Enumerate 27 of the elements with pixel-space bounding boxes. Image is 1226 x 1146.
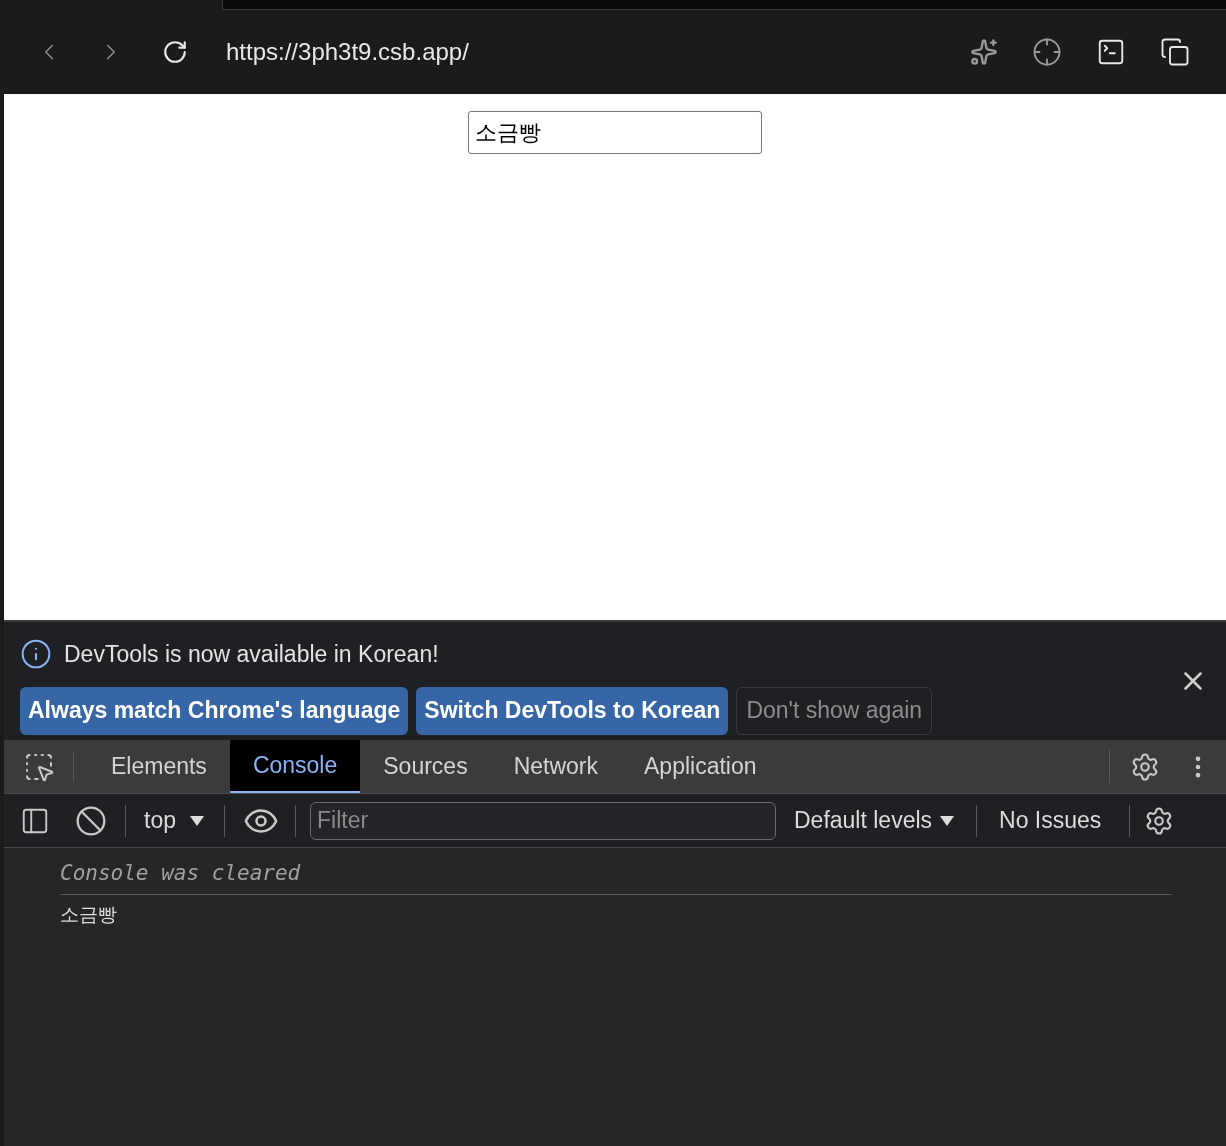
windows-icon[interactable]: [1160, 37, 1190, 67]
dropdown-caret-icon: [940, 815, 955, 826]
devtools-tab[interactable]: Elements: [88, 740, 230, 793]
infobar-button[interactable]: Switch DevTools to Korean: [416, 686, 729, 735]
sparkle-icon[interactable]: [970, 38, 998, 66]
devtools-tab[interactable]: Application: [621, 740, 780, 793]
settings-icon[interactable]: [1130, 751, 1160, 782]
issues-count[interactable]: No Issues: [999, 803, 1102, 838]
reload-icon[interactable]: [162, 39, 188, 65]
terminal-icon[interactable]: [1096, 37, 1126, 67]
console-info-message: Console was cleared: [60, 861, 301, 885]
dropdown-caret-icon: [190, 815, 204, 826]
address-bar-url[interactable]: https://3ph3t9.csb.app/: [226, 34, 469, 70]
infobar-button[interactable]: Don't show again: [736, 686, 933, 735]
console-log-message: 소금빵: [60, 903, 117, 925]
filter-field[interactable]: Filter: [310, 801, 776, 840]
devtools-tab[interactable]: Network: [490, 740, 621, 793]
devtools-tab[interactable]: Sources: [360, 740, 491, 793]
log-levels-dropdown[interactable]: Default levels: [794, 803, 955, 838]
context-dropdown[interactable]: top: [144, 803, 204, 838]
infobar-message: DevTools is now available in Korean!: [64, 640, 439, 669]
text-input[interactable]: 소금빵: [468, 111, 762, 154]
crosshair-icon[interactable]: [1032, 37, 1062, 67]
clear-console-icon[interactable]: [75, 804, 107, 837]
devtools-tab[interactable]: Console: [229, 740, 361, 793]
infobar-button[interactable]: Always match Chrome's language: [20, 686, 409, 735]
info-icon: [20, 638, 52, 671]
